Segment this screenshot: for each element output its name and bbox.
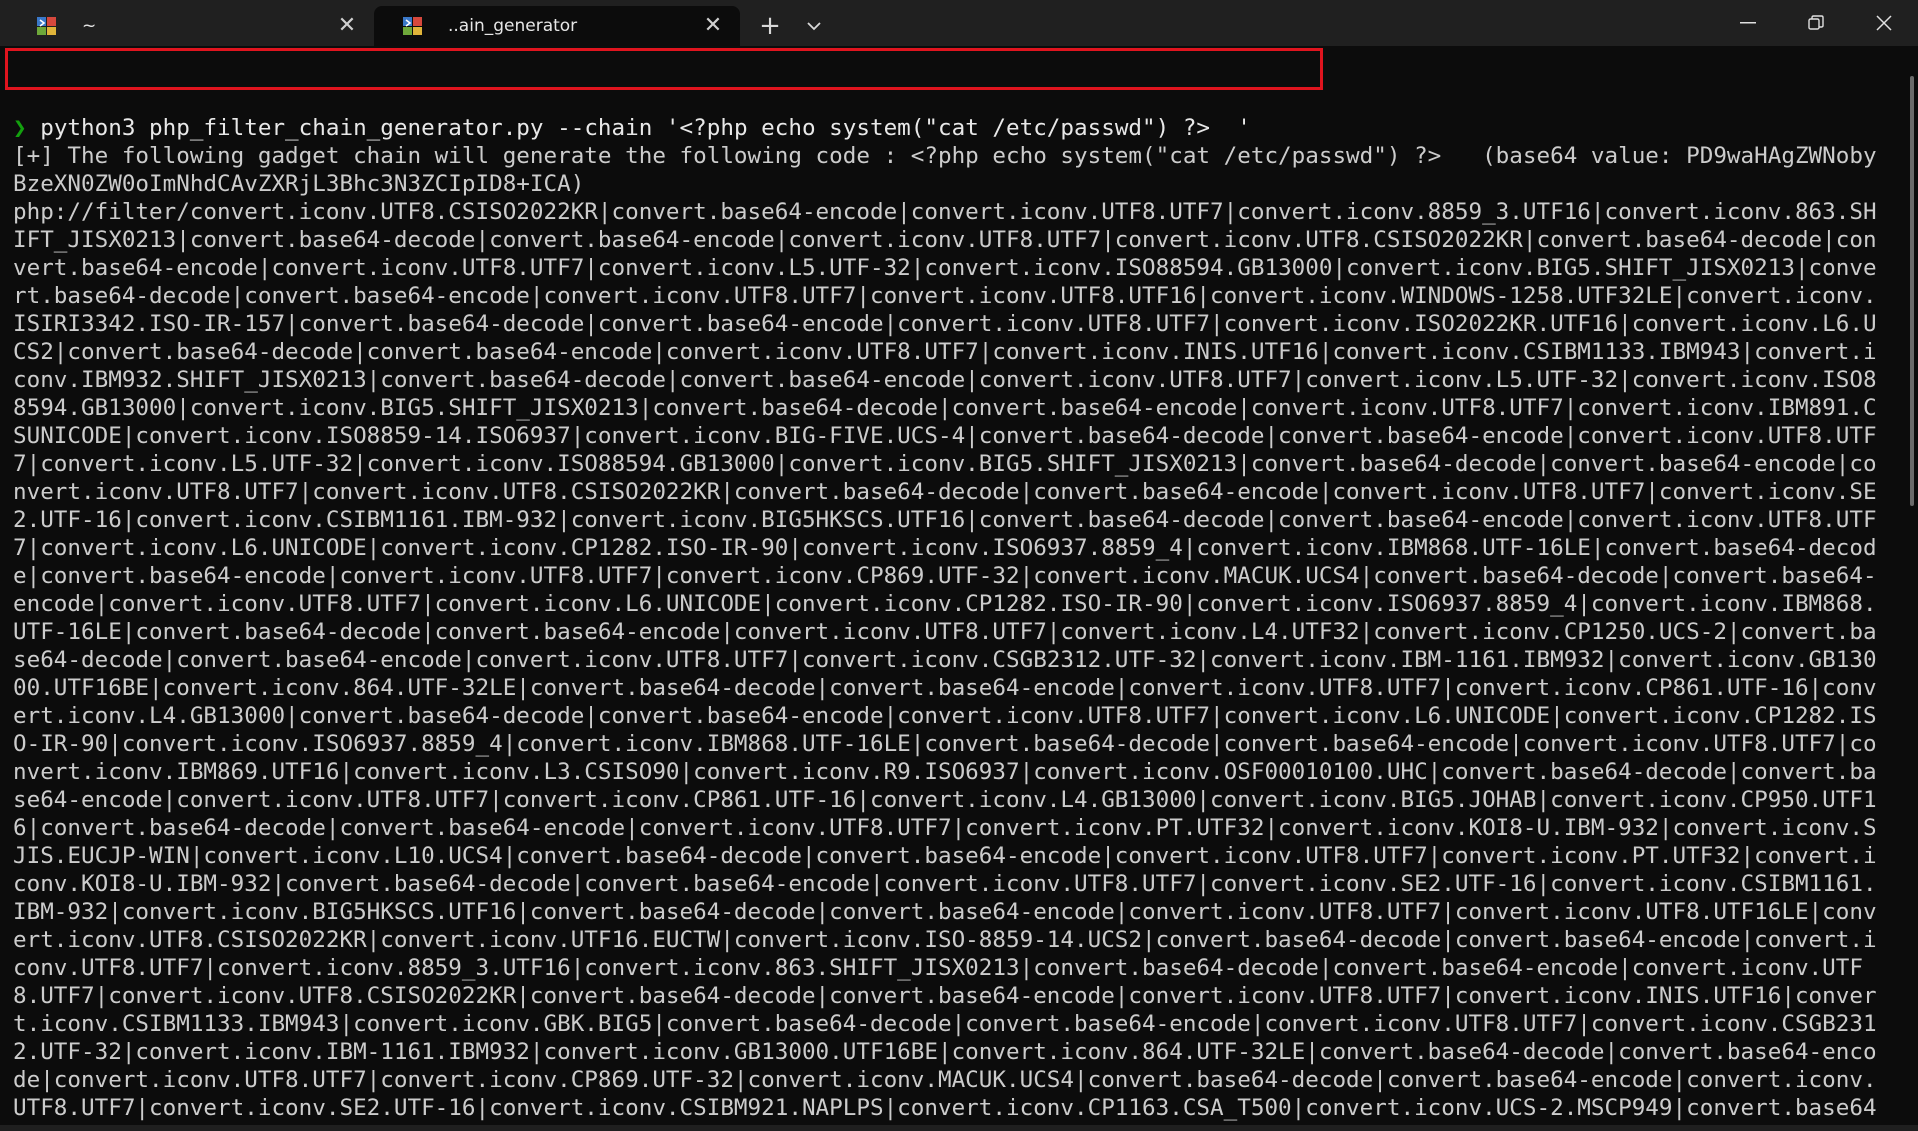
scrollbar[interactable] [1904,46,1918,1131]
terminal-profile-icon [402,15,424,37]
close-tab-icon[interactable]: ✕ [330,9,364,43]
bottom-border [0,1125,1918,1131]
window-controls [1714,0,1918,46]
prompt-symbol: ❯ [13,115,27,141]
new-tab-button[interactable]: + [748,6,792,46]
command-text: python3 php_filter_chain_generator.py --… [26,115,1251,141]
tab-home[interactable]: ~ ✕ [8,6,374,46]
title-bar: ~ ✕ ..ain_generator ✕ + [0,0,1918,46]
tab-title: ~ [82,16,97,36]
close-icon [1876,15,1892,31]
terminal-profile-icon [36,15,58,37]
minimize-icon [1740,22,1756,24]
terminal-pane[interactable]: ❯ python3 php_filter_chain_generator.py … [0,46,1918,1131]
tab-dropdown-button[interactable] [792,6,836,46]
minimize-button[interactable] [1714,0,1782,46]
restore-button[interactable] [1782,0,1850,46]
terminal-output: ❯ python3 php_filter_chain_generator.py … [13,58,1881,1131]
close-tab-icon[interactable]: ✕ [696,9,730,43]
command-line: ❯ python3 php_filter_chain_generator.py … [13,114,1881,142]
close-window-button[interactable] [1850,0,1918,46]
restore-icon [1808,15,1824,30]
tab-php-filter-chain-generator[interactable]: ..ain_generator ✕ [374,6,740,46]
scrollbar-thumb[interactable] [1910,76,1914,506]
chevron-down-icon [807,22,821,31]
tab-title: ..ain_generator [448,16,578,36]
command-output: [+] The following gadget chain will gene… [13,143,1877,1131]
